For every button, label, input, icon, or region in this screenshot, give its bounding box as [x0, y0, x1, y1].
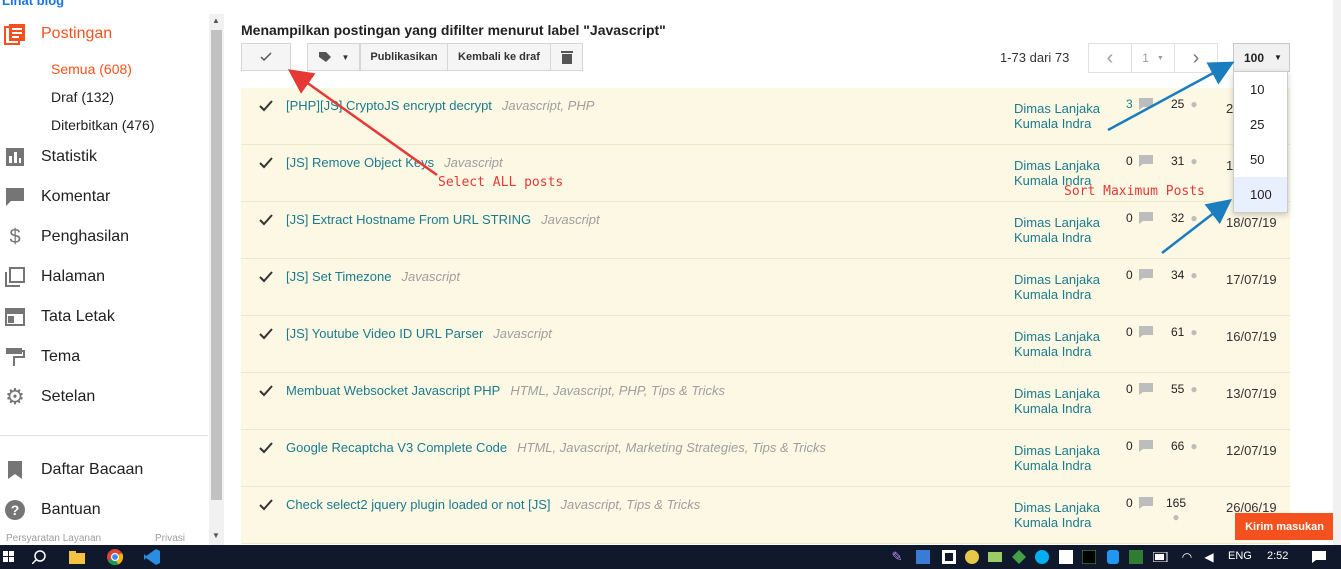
tray-app-icon[interactable]: [986, 548, 1004, 566]
tray-app-icon[interactable]: [914, 548, 932, 566]
wifi-icon[interactable]: ◠: [1178, 548, 1196, 566]
annotation-arrows: [287, 61, 1235, 254]
bluetooth-icon[interactable]: [1104, 548, 1122, 566]
file-explorer-icon[interactable]: [68, 548, 86, 566]
tray-app-icon[interactable]: [1127, 548, 1145, 566]
vscode-icon[interactable]: [143, 548, 161, 566]
tray-app-icon[interactable]: [963, 548, 981, 566]
option-100-arrow: [1161, 198, 1232, 254]
windows-taskbar: ✎ ◠ ◀ ENG 2:52: [0, 545, 1341, 569]
clock[interactable]: 2:52: [1267, 550, 1288, 562]
skype-icon[interactable]: [1033, 548, 1051, 566]
tray-app-icon[interactable]: [1057, 548, 1075, 566]
annotation-sort-max: Sort Maximum Posts: [1064, 184, 1205, 199]
pen-icon[interactable]: ✎: [888, 548, 906, 566]
tray-app-icon[interactable]: [940, 548, 958, 566]
windows-start-icon[interactable]: [0, 548, 18, 566]
per-page-arrow: [1107, 61, 1235, 132]
volume-icon[interactable]: ◀: [1200, 548, 1218, 566]
select-all-arrow: [287, 69, 438, 177]
language-indicator[interactable]: ENG: [1228, 550, 1252, 562]
annotation-select-all: Select ALL posts: [438, 175, 564, 190]
tray-app-icon[interactable]: [1080, 548, 1098, 566]
page-scrollbar[interactable]: [1333, 0, 1341, 545]
search-icon[interactable]: [30, 548, 48, 566]
chrome-icon[interactable]: [106, 548, 124, 566]
notifications-icon[interactable]: [1310, 548, 1328, 566]
send-feedback-button[interactable]: Kirim masukan: [1235, 513, 1334, 540]
battery-icon[interactable]: [1152, 548, 1170, 566]
tray-app-icon[interactable]: [1010, 548, 1028, 566]
blogger-posts-page: Lihat blog Postingan Semua (608) Draf (1…: [0, 0, 1341, 569]
